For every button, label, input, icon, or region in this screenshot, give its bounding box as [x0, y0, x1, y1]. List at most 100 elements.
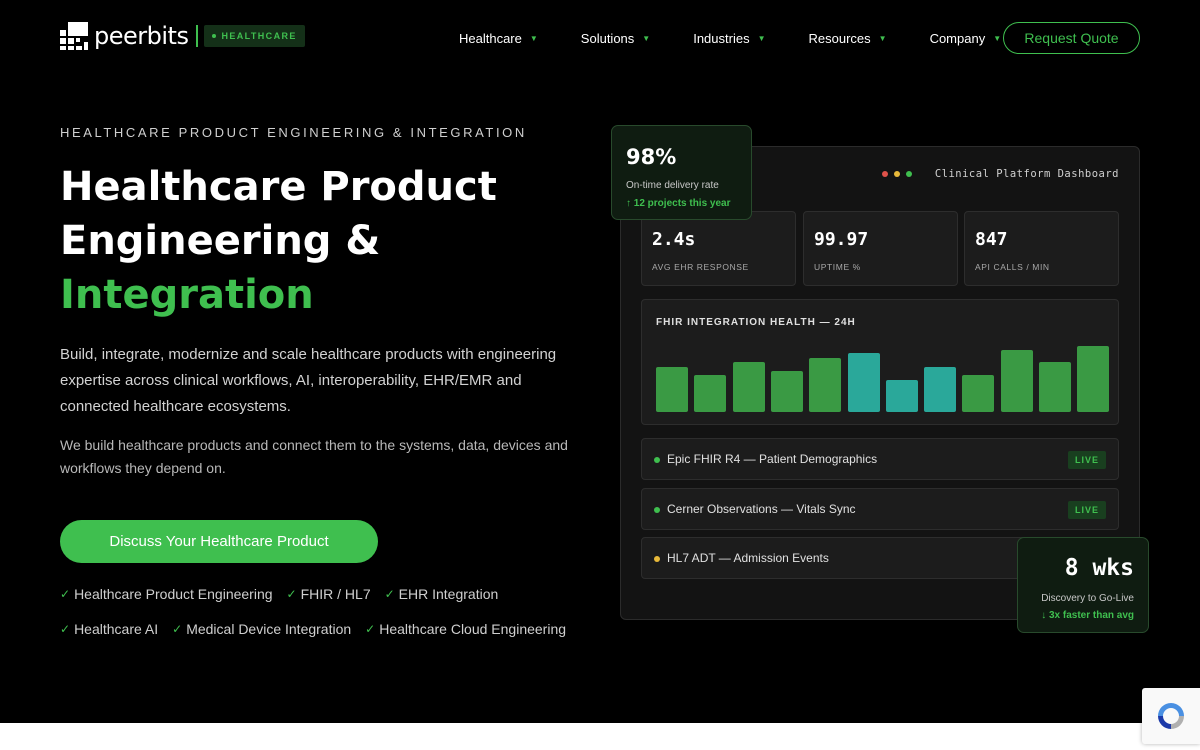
- chart-bars: [656, 342, 1110, 412]
- stat-value: 99.97: [814, 229, 869, 250]
- capability-label: FHIR / HL7: [300, 586, 371, 602]
- feed-text: Epic FHIR R4 — Patient Demographics: [667, 452, 878, 466]
- nav-item-company[interactable]: Company ▼: [930, 31, 1002, 46]
- nav-label: Resources: [808, 31, 871, 46]
- integration-health-chart: FHIR INTEGRATION HEALTH — 24H: [641, 299, 1119, 425]
- delivery-rate-trend: ↑ 12 projects this year: [626, 198, 731, 209]
- nav-item-industries[interactable]: Industries ▼: [693, 31, 765, 46]
- go-live-value: 8 wks: [1064, 555, 1134, 581]
- chart-bar: [694, 374, 727, 412]
- main-nav: Healthcare ▼ Solutions ▼ Industries ▼ Re…: [459, 31, 1044, 46]
- check-icon: ✓: [365, 622, 376, 636]
- nav-label: Industries: [693, 31, 750, 46]
- nav-item-solutions[interactable]: Solutions ▼: [581, 31, 650, 46]
- hero-title: Healthcare Product Engineering & Integra…: [60, 160, 497, 322]
- brand-name: peerbits: [94, 22, 189, 50]
- stat-label: API CALLS / MIN: [975, 262, 1050, 272]
- nav-item-healthcare[interactable]: Healthcare ▼: [459, 31, 538, 46]
- capability-item: ✓ FHIR / HL7: [287, 586, 371, 602]
- caret-down-icon: ▼: [529, 34, 538, 43]
- request-quote-button[interactable]: Request Quote: [1003, 22, 1140, 54]
- capability-item: ✓ Healthcare Product Engineering: [60, 586, 273, 602]
- feed-item-cerner[interactable]: Cerner Observations — Vitals Sync LIVE: [641, 488, 1119, 530]
- chart-bar: [885, 379, 918, 412]
- capability-item: ✓ Healthcare Cloud Engineering: [365, 621, 566, 637]
- delivery-rate-card: 98% On-time delivery rate ↑ 12 projects …: [611, 125, 752, 220]
- hero-lead: Build, integrate, modernize and scale he…: [60, 346, 557, 415]
- chart-bar: [732, 362, 765, 412]
- nav-label: Healthcare: [459, 31, 522, 46]
- capability-label: Healthcare Product Engineering: [74, 586, 273, 602]
- stat-card-ehr-response: 2.4s AVG EHR RESPONSE: [641, 211, 796, 286]
- feed-item-epic[interactable]: Epic FHIR R4 — Patient Demographics LIVE: [641, 438, 1119, 480]
- chart-bar: [924, 367, 957, 412]
- badge-dot-icon: [212, 34, 217, 38]
- check-icon: ✓: [286, 587, 297, 601]
- capability-label: Healthcare Cloud Engineering: [379, 621, 567, 637]
- check-icon: ✓: [384, 587, 395, 601]
- capability-label: EHR Integration: [398, 586, 499, 602]
- capability-item: ✓ EHR Integration: [385, 586, 499, 602]
- hero-title-line2: Engineering &: [60, 218, 381, 264]
- capability-label: Healthcare AI: [74, 621, 159, 637]
- check-icon: ✓: [60, 587, 71, 601]
- delivery-rate-caption: On-time delivery rate: [626, 180, 719, 191]
- window-dot-yellow-icon: [893, 171, 900, 177]
- caret-down-icon: ▼: [878, 34, 887, 43]
- dashboard-header: Clinical Platform Dashboard: [881, 168, 1119, 180]
- stat-value: 2.4s: [652, 229, 696, 250]
- brand-logo[interactable]: peerbits HEALTHCARE: [60, 22, 305, 50]
- stat-value: 847: [975, 229, 1008, 250]
- stat-card-uptime: 99.97 UPTIME %: [803, 211, 958, 286]
- caret-down-icon: ▼: [642, 34, 651, 43]
- hero-title-accent: Integration: [60, 272, 314, 318]
- delivery-rate-value: 98%: [626, 145, 677, 169]
- go-live-card: 8 wks Discovery to Go-Live ↓ 3x faster t…: [1017, 537, 1149, 633]
- capability-item: ✓ Medical Device Integration: [172, 621, 351, 637]
- chart-bar: [962, 374, 995, 412]
- hero-subtext: We build healthcare products and connect…: [60, 437, 568, 476]
- capability-list: ✓ Healthcare Product Engineering ✓ FHIR / …: [60, 586, 600, 637]
- healthcare-badge: HEALTHCARE: [204, 25, 305, 47]
- status-dot-icon: [654, 457, 660, 463]
- dashboard-title: Clinical Platform Dashboard: [934, 168, 1119, 180]
- go-live-trend: ↓ 3x faster than avg: [1041, 610, 1134, 621]
- live-badge: LIVE: [1067, 501, 1106, 519]
- logo-mark-icon: [60, 22, 88, 50]
- chart-bar: [1000, 349, 1033, 412]
- feed-text: HL7 ADT — Admission Events: [667, 551, 829, 565]
- brand-divider: [196, 25, 199, 47]
- window-dots: [881, 171, 918, 177]
- chart-bar: [1039, 362, 1071, 412]
- chart-bar: [770, 370, 803, 412]
- nav-item-resources[interactable]: Resources ▼: [809, 31, 887, 46]
- status-dot-icon: [654, 556, 660, 562]
- check-icon: ✓: [172, 622, 183, 636]
- go-live-caption: Discovery to Go-Live: [1041, 593, 1134, 604]
- check-icon: ✓: [60, 622, 71, 636]
- window-dot-red-icon: [881, 171, 888, 177]
- badge-label: HEALTHCARE: [221, 31, 297, 41]
- chart-bar: [656, 367, 688, 412]
- next-section-edge: [0, 723, 1200, 750]
- feed-text: Cerner Observations — Vitals Sync: [667, 502, 856, 516]
- stat-label: UPTIME %: [814, 262, 861, 272]
- status-dot-icon: [654, 507, 660, 513]
- chart-title: FHIR INTEGRATION HEALTH — 24H: [656, 317, 856, 328]
- capability-label: Medical Device Integration: [186, 621, 352, 637]
- caret-down-icon: ▼: [993, 34, 1002, 43]
- stat-label: AVG EHR RESPONSE: [652, 262, 749, 272]
- discuss-product-button[interactable]: Discuss Your Healthcare Product: [60, 520, 378, 563]
- recaptcha-badge[interactable]: [1142, 688, 1200, 744]
- recaptcha-icon: [1158, 703, 1184, 729]
- site-header: peerbits HEALTHCARE Healthcare ▼ Solutio…: [0, 0, 1200, 78]
- hero-title-line1: Healthcare Product: [60, 164, 497, 210]
- chart-bar: [1077, 345, 1110, 412]
- hero-eyebrow: HEALTHCARE PRODUCT ENGINEERING & INTEGRA…: [60, 125, 527, 140]
- caret-down-icon: ▼: [757, 34, 766, 43]
- live-badge: LIVE: [1067, 451, 1106, 469]
- chart-bar: [847, 353, 880, 412]
- nav-label: Company: [929, 31, 986, 46]
- nav-label: Solutions: [580, 31, 635, 46]
- capability-item: ✓ Healthcare AI: [60, 621, 158, 637]
